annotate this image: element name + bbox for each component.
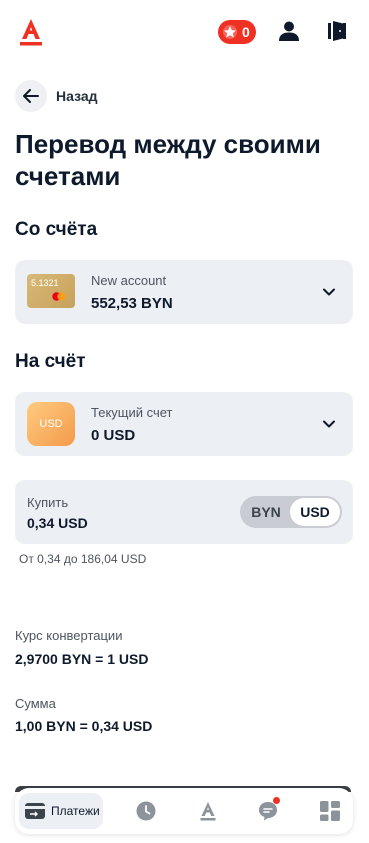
to-account-name: Текущий счет <box>91 405 173 420</box>
card-number: 5.1321 <box>31 278 59 288</box>
mastercard-icon <box>52 292 66 301</box>
amount-value: 1,00 BYN = 0,34 USD <box>15 718 153 734</box>
currency-option-usd[interactable]: USD <box>290 498 340 526</box>
from-section-title: Со счёта <box>15 219 98 240</box>
buy-amount-input[interactable]: 0,34 USD <box>27 515 88 531</box>
buy-amount-field[interactable]: Купить 0,34 USD BYN USD <box>15 480 353 544</box>
promo-star-icon <box>223 25 237 39</box>
usd-account-thumbnail: USD <box>27 402 75 446</box>
from-account-name: New account <box>91 273 167 288</box>
arrow-left-icon <box>23 89 39 103</box>
page-title: Перевод между своими счетами <box>15 129 321 191</box>
promo-count: 0 <box>242 24 250 40</box>
card-thumbnail: 5.1321 <box>27 274 75 308</box>
promo-badge[interactable]: 0 <box>218 20 256 44</box>
to-account-balance: 0 USD <box>91 427 136 444</box>
currency-toggle[interactable]: BYN USD <box>240 496 342 528</box>
rate-label: Курс конвертации <box>15 628 123 643</box>
alfa-logo-icon[interactable] <box>18 18 44 46</box>
amount-label: Сумма <box>15 696 56 711</box>
from-account-select[interactable]: 5.1321 New account 552,53 BYN <box>15 260 353 324</box>
chat-notification-dot <box>273 797 280 804</box>
to-account-select[interactable]: USD Текущий счет 0 USD <box>15 392 353 456</box>
rate-value: 2,9700 BYN = 1 USD <box>15 651 149 667</box>
tab-payments-label: Платежи <box>51 804 100 818</box>
from-account-balance: 552,53 BYN <box>91 295 173 312</box>
to-section-title: На счёт <box>15 351 86 372</box>
profile-icon[interactable] <box>278 20 300 42</box>
tab-payments[interactable]: Платежи <box>19 793 103 829</box>
chevron-down-icon <box>323 288 335 296</box>
payments-icon <box>25 803 45 819</box>
chevron-down-icon <box>323 420 335 428</box>
products-grid-icon[interactable] <box>320 801 340 821</box>
history-clock-icon[interactable] <box>136 801 156 821</box>
top-header: 0 <box>0 0 369 64</box>
logout-icon[interactable] <box>328 21 346 41</box>
bottom-tab-bar: Платежи <box>15 788 353 834</box>
currency-option-byn[interactable]: BYN <box>240 496 292 528</box>
chat-icon[interactable] <box>258 801 278 821</box>
amount-range-hint: От 0,34 до 186,04 USD <box>19 552 147 566</box>
buy-label: Купить <box>27 495 69 510</box>
back-button[interactable] <box>15 80 47 112</box>
alfa-logo-icon[interactable] <box>198 801 218 821</box>
back-label[interactable]: Назад <box>56 88 98 104</box>
